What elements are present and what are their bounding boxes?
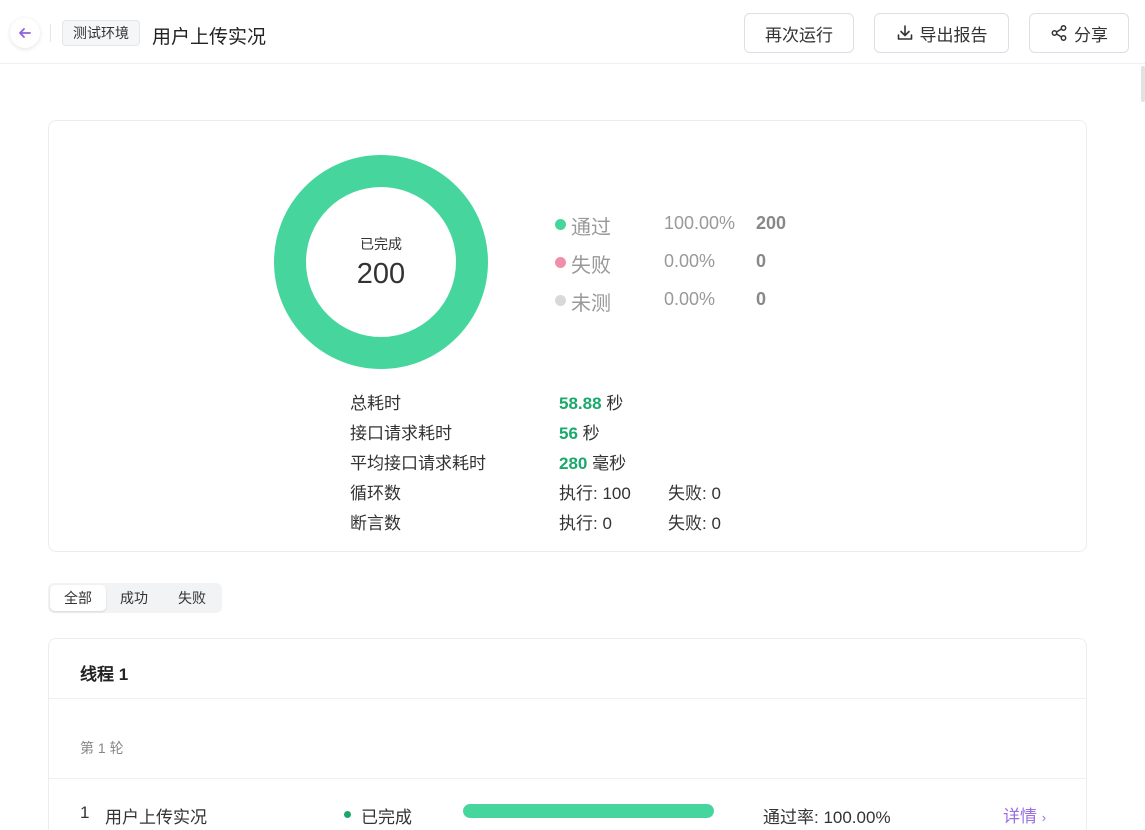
stat-unit: 秒	[601, 394, 624, 413]
stat-unit: 毫秒	[587, 454, 627, 473]
back-button[interactable]	[10, 18, 40, 48]
export-report-button[interactable]: 导出报告	[874, 13, 1009, 53]
share-button[interactable]: 分享	[1029, 13, 1129, 53]
stat-loops: 循环数 执行: 100 失败: 0	[350, 479, 850, 503]
thread-card: 线程 1 第 1 轮 1 用户上传实况 已完成 通过率: 100.00% 详情 …	[48, 638, 1087, 830]
stat-number: 58.88	[559, 394, 602, 413]
stat-value: 280 毫秒	[559, 449, 626, 474]
stat-asserts: 断言数 执行: 0 失败: 0	[350, 509, 850, 533]
pass-dot-icon	[555, 219, 566, 230]
donut-center: 已完成 200	[274, 155, 488, 369]
stat-value: 56 秒	[559, 419, 600, 444]
legend-count: 0	[756, 251, 767, 271]
row-pass-rate: 通过率: 100.00%	[763, 808, 891, 827]
header-divider	[50, 24, 51, 42]
stat-label: 总耗时	[350, 394, 401, 413]
stat-total-time: 总耗时 58.88 秒	[350, 389, 850, 413]
export-report-label: 导出报告	[919, 25, 988, 45]
thread-divider	[49, 698, 1086, 699]
round-label: 第 1 轮	[80, 740, 124, 756]
stat-label: 循环数	[350, 484, 401, 503]
detail-label: 详情	[1003, 807, 1037, 826]
row-name: 用户上传实况	[105, 808, 207, 827]
legend-name: 失败	[571, 255, 611, 277]
result-filter-tabs: 全部 成功 失败	[48, 583, 222, 613]
stat-value: 58.88 秒	[559, 389, 623, 414]
stat-avg-request-time: 平均接口请求耗时 280 毫秒	[350, 449, 850, 473]
page-title: 用户上传实况	[152, 27, 267, 48]
stat-number: 280	[559, 454, 588, 473]
chevron-right-icon: ›	[1041, 810, 1047, 825]
rerun-button-label: 再次运行	[765, 25, 833, 45]
summary-card: 已完成 200 通过 100.00% 200 失败 0.00% 0 未测 0.0…	[48, 120, 1087, 552]
download-icon	[897, 25, 912, 40]
asserts-exec: 执行: 0	[559, 514, 612, 533]
header-bar: 测试环境 用户上传实况 再次运行 导出报告 分享	[0, 0, 1145, 64]
row-status: 已完成	[361, 808, 412, 827]
stat-label: 接口请求耗时	[350, 424, 452, 443]
scrollbar-thumb[interactable]	[1141, 66, 1145, 102]
share-icon	[1051, 25, 1067, 41]
legend-percent: 0.00%	[664, 289, 716, 309]
round-divider	[49, 778, 1086, 779]
row-progress-fill	[463, 804, 714, 818]
fail-dot-icon	[555, 257, 566, 268]
rerun-button[interactable]: 再次运行	[744, 13, 854, 53]
row-detail-link[interactable]: 详情 ›	[1003, 802, 1046, 827]
asserts-fail: 失败: 0	[668, 514, 721, 533]
legend-name: 未测	[571, 293, 611, 315]
filter-tab-success[interactable]: 成功	[106, 585, 162, 611]
legend-percent: 0.00%	[664, 251, 716, 271]
donut-center-label: 已完成	[360, 235, 402, 252]
legend-item-fail: 失败 0.00% 0	[554, 249, 814, 277]
legend-percent: 100.00%	[664, 213, 736, 233]
legend-count: 0	[756, 289, 767, 309]
legend-item-untested: 未测 0.00% 0	[554, 287, 814, 315]
loops-fail: 失败: 0	[668, 484, 721, 503]
status-dot-icon	[344, 811, 351, 818]
stat-unit: 秒	[577, 424, 600, 443]
filter-tab-all[interactable]: 全部	[50, 585, 106, 611]
thread-title: 线程 1	[80, 665, 129, 684]
share-label: 分享	[1074, 25, 1108, 45]
loops-exec: 执行: 100	[559, 484, 631, 503]
row-progress-bar	[463, 804, 714, 818]
stat-label: 平均接口请求耗时	[350, 454, 486, 473]
row-index: 1	[80, 803, 90, 822]
stat-request-time: 接口请求耗时 56 秒	[350, 419, 850, 443]
environment-tag: 测试环境	[62, 20, 140, 46]
filter-tab-fail[interactable]: 失败	[164, 585, 220, 611]
stat-number: 56	[559, 424, 578, 443]
legend-count: 200	[756, 213, 787, 233]
arrow-left-icon	[19, 28, 31, 38]
stat-label: 断言数	[350, 514, 401, 533]
untested-dot-icon	[555, 295, 566, 306]
donut-center-value: 200	[356, 257, 406, 290]
legend-item-pass: 通过 100.00% 200	[554, 211, 814, 239]
legend-name: 通过	[571, 217, 611, 239]
